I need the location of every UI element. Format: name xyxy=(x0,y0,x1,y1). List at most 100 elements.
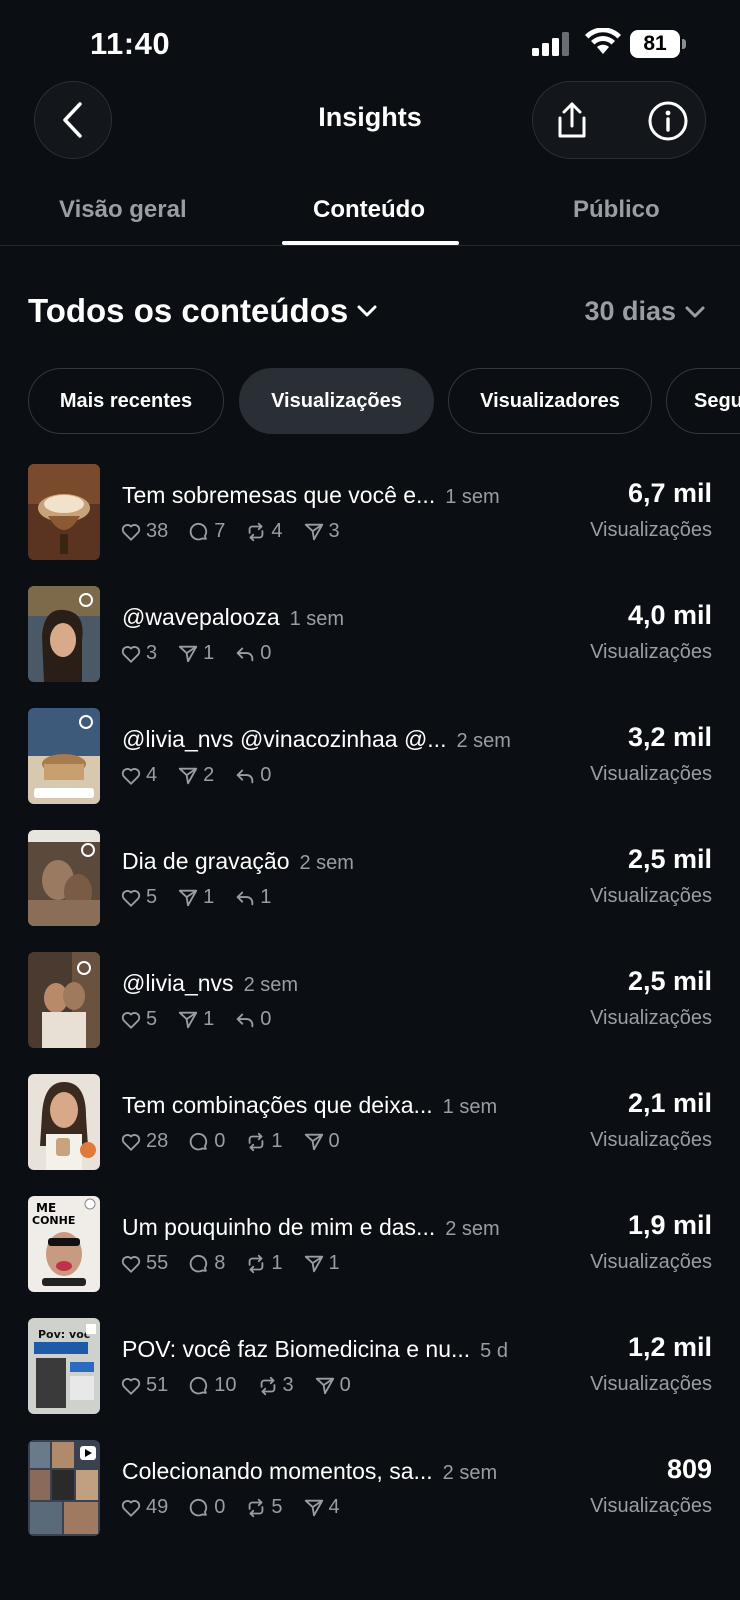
post-time: 5 d xyxy=(480,1340,508,1362)
post-stats: 5 1 1 xyxy=(120,886,271,909)
views-count: 4,0 mil xyxy=(627,600,712,630)
svg-text:ME: ME xyxy=(36,1201,56,1215)
stat-share: 0 xyxy=(303,1130,340,1153)
info-button[interactable] xyxy=(643,96,693,146)
content-row[interactable]: @livia_nvs 2 sem 5 1 0 2,5 mil Visualizações xyxy=(0,950,740,1050)
stat-repost: 3 xyxy=(257,1374,294,1397)
content-row[interactable]: @wavepalooza 1 sem 3 1 0 4,0 mil Visualizações xyxy=(0,584,740,684)
heart-icon xyxy=(120,1375,142,1397)
tab-content[interactable]: Conteúdo xyxy=(313,196,425,224)
chip-viewers[interactable]: Visualizadores xyxy=(448,368,652,434)
stat-share: 1 xyxy=(303,1252,340,1275)
stat-value: 0 xyxy=(260,1008,272,1030)
views-label: Visualizações xyxy=(590,1495,712,1517)
repost-icon xyxy=(245,1253,267,1275)
stat-value: 8 xyxy=(214,1252,226,1274)
post-time: 2 sem xyxy=(456,730,511,752)
comment-icon xyxy=(188,521,210,543)
post-thumbnail xyxy=(28,708,100,804)
post-time: 1 sem xyxy=(442,1096,498,1118)
header-actions xyxy=(532,81,706,159)
active-tab-indicator xyxy=(282,241,459,245)
post-thumbnail xyxy=(28,1074,100,1170)
stat-comment: 7 xyxy=(188,520,225,543)
stat-value: 4 xyxy=(146,764,158,786)
views-label: Visualizações xyxy=(590,519,712,541)
share-icon xyxy=(177,765,199,787)
repost-icon xyxy=(245,1131,267,1153)
views-label: Visualizações xyxy=(590,1129,712,1151)
comment-icon xyxy=(188,1131,210,1153)
stat-value: 0 xyxy=(214,1130,226,1152)
views-label: Visualizações xyxy=(590,641,712,663)
reply-icon xyxy=(234,643,256,665)
stat-comment: 0 xyxy=(188,1496,225,1519)
stat-value: 1 xyxy=(328,1252,340,1274)
post-caption-text: Tem sobremesas que você e... xyxy=(122,482,436,508)
chip-views[interactable]: Visualizações xyxy=(239,368,434,434)
period-dropdown[interactable]: 30 dias xyxy=(584,296,706,327)
stat-value: 5 xyxy=(146,1008,158,1030)
content-filter-dropdown[interactable]: Todos os conteúdos xyxy=(28,292,378,330)
post-stats: 4 2 0 xyxy=(120,764,271,787)
reply-icon xyxy=(234,887,256,909)
tab-audience[interactable]: Público xyxy=(573,196,660,224)
views-label: Visualizações xyxy=(590,1251,712,1273)
stat-heart: 3 xyxy=(120,642,157,665)
content-row[interactable]: Tem sobremesas que você e... 1 sem 38 7 4 3 6,… xyxy=(0,462,740,562)
tab-overview[interactable]: Visão geral xyxy=(59,196,187,224)
stat-value: 0 xyxy=(260,642,272,664)
stat-heart: 51 xyxy=(120,1374,168,1397)
stat-value: 0 xyxy=(214,1496,226,1518)
share-icon xyxy=(558,102,586,138)
chip-most-recent[interactable]: Mais recentes xyxy=(28,368,224,434)
share-icon xyxy=(303,1253,325,1275)
post-stats: 51 10 3 0 xyxy=(120,1374,351,1397)
content-row[interactable]: @livia_nvs @vinacozinhaa @... 2 sem 4 2 0 3,2… xyxy=(0,706,740,806)
stat-share: 3 xyxy=(303,520,340,543)
stat-repost: 5 xyxy=(245,1496,283,1519)
stat-value: 0 xyxy=(328,1130,340,1152)
post-caption: POV: você faz Biomedicina e nu... 5 d xyxy=(122,1336,508,1363)
svg-text:Pov: voc: Pov: voc xyxy=(38,1328,90,1341)
share-icon xyxy=(303,1497,325,1519)
heart-icon xyxy=(120,1253,142,1275)
stat-value: 3 xyxy=(146,642,158,664)
stat-value: 0 xyxy=(339,1374,351,1396)
stat-value: 51 xyxy=(146,1374,169,1396)
wifi-icon xyxy=(585,28,621,54)
stat-heart: 4 xyxy=(120,764,157,787)
post-thumbnail xyxy=(28,464,100,560)
stat-value: 1 xyxy=(203,886,215,908)
stat-share: 2 xyxy=(177,764,214,787)
stat-share: 1 xyxy=(177,1008,214,1031)
stat-value: 38 xyxy=(146,520,169,542)
content-row[interactable]: Tem combinações que deixa... 1 sem 28 0 1 0 2,… xyxy=(0,1072,740,1172)
stat-value: 55 xyxy=(146,1252,169,1274)
post-stats: 5 1 0 xyxy=(120,1008,271,1031)
post-caption: @wavepalooza 1 sem xyxy=(122,604,344,631)
post-time: 1 sem xyxy=(445,486,500,508)
header: Insights xyxy=(0,80,740,160)
stat-value: 2 xyxy=(203,764,215,786)
share-icon xyxy=(314,1375,336,1397)
views-label: Visualizações xyxy=(590,1007,712,1029)
post-caption: Colecionando momentos, sa... 2 sem xyxy=(122,1458,497,1485)
heart-icon xyxy=(120,1131,142,1153)
content-row[interactable]: Colecionando momentos, sa... 2 sem 49 0 5 4 80… xyxy=(0,1438,740,1538)
post-time: 2 sem xyxy=(243,974,299,996)
stat-value: 4 xyxy=(328,1496,340,1518)
content-row[interactable]: ME CONHE Um pouquinho de mim e das... 2 sem… xyxy=(0,1194,740,1294)
battery-level: 81 xyxy=(630,30,680,58)
views-label: Visualizações xyxy=(590,763,712,785)
views-count: 6,7 mil xyxy=(627,478,712,508)
share-button[interactable] xyxy=(547,96,597,146)
post-caption: Dia de gravação 2 sem xyxy=(122,848,354,875)
content-row[interactable]: Dia de gravação 2 sem 5 1 1 2,5 mil Visualizaç… xyxy=(0,828,740,928)
views-count: 809 xyxy=(666,1454,712,1484)
reply-icon xyxy=(234,1009,256,1031)
post-stats: 49 0 5 4 xyxy=(120,1496,340,1519)
chip-followers[interactable]: Segu xyxy=(666,368,740,434)
content-row[interactable]: Pov: voc POV: você faz Biomedicina e nu..… xyxy=(0,1316,740,1416)
post-time: 1 sem xyxy=(289,608,345,630)
